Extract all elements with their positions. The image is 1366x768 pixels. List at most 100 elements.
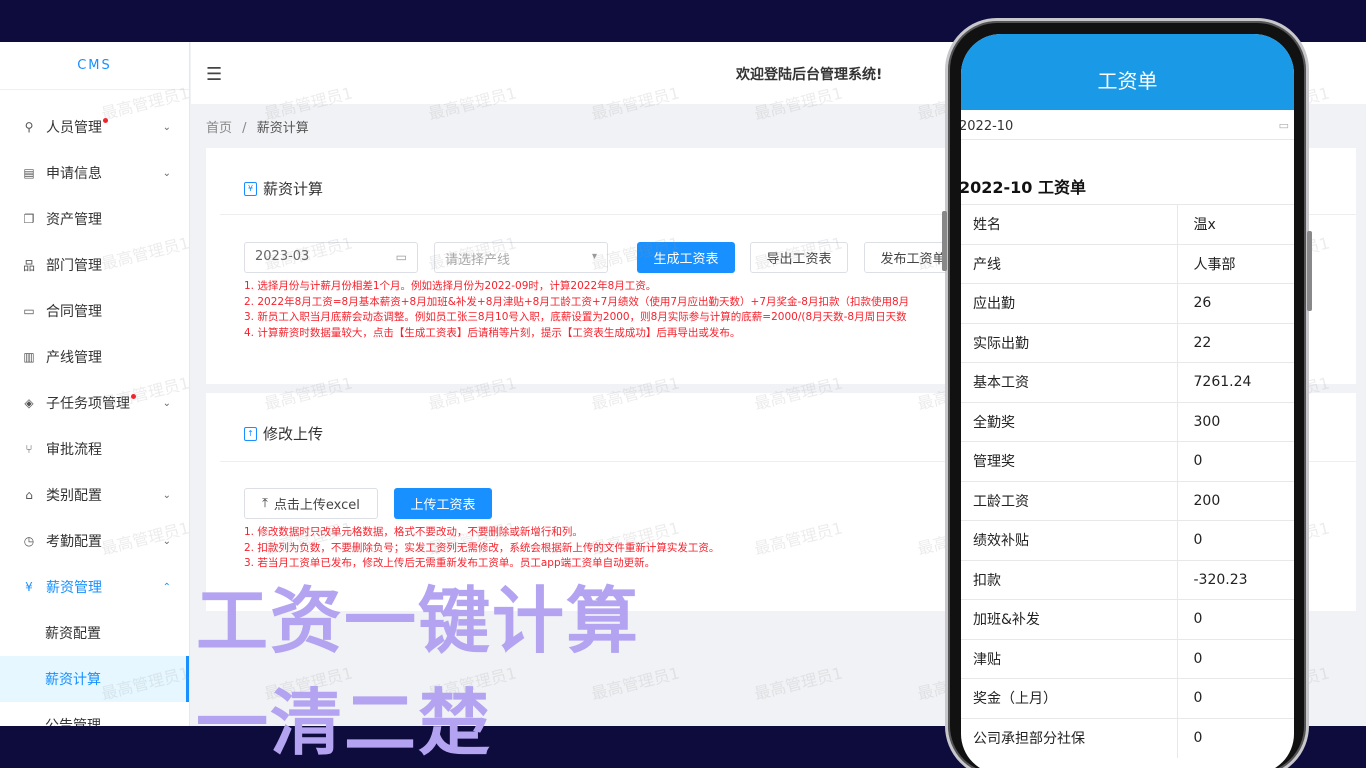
upload-doc-icon: ↑: [244, 426, 257, 441]
month-picker-value: 2023-03: [255, 249, 310, 264]
phone-side-button: [942, 211, 947, 271]
payslip-field-value: 0: [1177, 638, 1294, 679]
chevron-down-icon: ⌄: [162, 397, 171, 409]
payslip-field-value: 7261.24: [1177, 362, 1294, 402]
welcome-text: 欢迎登陆后台管理系统!: [736, 67, 883, 83]
sidebar-item[interactable]: ◈ 子任务项管理 ⌄: [0, 380, 189, 426]
payslip-field-label: 基本工资: [961, 362, 1178, 402]
menu-toggle-icon[interactable]: ☰: [206, 64, 222, 85]
breadcrumb-current: 薪资计算: [256, 121, 309, 136]
breadcrumb: 首页 / 薪资计算: [206, 117, 309, 136]
payslip-field-value: 0: [1177, 441, 1294, 481]
calc-note: 1. 选择月份与计薪月份相差1个月。例如选择月份为2022-09时，计算2022…: [244, 280, 657, 292]
payslip-field-value: 0: [1177, 520, 1294, 560]
chevron-up-icon: ⌃: [162, 581, 171, 593]
payslip-field-label: 实际出勤: [961, 322, 1178, 363]
sidebar-menu: ⚲ 人员管理 ⌄ ▤ 申请信息 ⌄ ❐ 资产管理品部门管理 ▭ 合同管理 ▥ 产线管理 ◈ 子任务项管理 ⌄…: [0, 90, 189, 726]
sidebar-subitem[interactable]: 薪资计算: [0, 656, 189, 702]
sidebar-item[interactable]: ⑂ 审批流程: [0, 426, 189, 472]
upload-salary-button[interactable]: 上传工资表: [394, 488, 492, 519]
payslip-field-value: 22: [1177, 322, 1294, 363]
sidebar-item-label: 资产管理: [46, 212, 102, 228]
branch-icon: ⑂: [25, 442, 33, 456]
sidebar-item[interactable]: ⚲ 人员管理 ⌄: [0, 104, 189, 150]
payslip-title: 2022-10 工资单: [961, 178, 1087, 197]
notification-dot: [103, 117, 108, 123]
payslip-field-label: 管理奖: [961, 441, 1178, 481]
payslip-field-value: 300: [1177, 401, 1294, 442]
payslip-row: 管理奖 0: [961, 441, 1294, 481]
phone-mockup: 工资单 2022-10 ▭ 2022-10 工资单 姓名 温x 产线 人事部 应出勤 26…: [942, 18, 1312, 768]
payslip-row: 奖金（上月） 0: [961, 678, 1294, 718]
upload-excel-button[interactable]: ⤒ 点击上传excel: [244, 488, 378, 519]
upload-excel-label: 点击上传excel: [273, 498, 360, 513]
sidebar-item-label: 产线管理: [46, 350, 102, 366]
sidebar-item-label: 考勤配置: [46, 534, 102, 550]
payslip-field-value: 0: [1177, 717, 1294, 758]
payslip-field-label: 全勤奖: [961, 401, 1178, 442]
product-line-select[interactable]: 请选择产线 ▾: [434, 242, 608, 273]
upload-title: ↑ 修改上传: [244, 423, 323, 444]
payslip-field-value: 温x: [1177, 204, 1294, 244]
calc-note: 2. 2022年8月工资=8月基本薪资+8月加班&补发+8月津贴+8月工龄工资+…: [244, 295, 910, 308]
payslip-field-label: 工龄工资: [961, 480, 1178, 521]
payslip-field-label: 姓名: [961, 204, 1178, 244]
chevron-down-icon: ⌄: [162, 489, 171, 501]
sidebar-item[interactable]: ¥ 薪资管理 ⌃: [0, 564, 189, 610]
calc-note: 4. 计算薪资时数据量较大，点击【生成工资表】后请稍等片刻，提示【工资表生成成功…: [244, 326, 741, 339]
sidebar-item[interactable]: ⌂ 类别配置 ⌄: [0, 472, 189, 518]
sidebar-item-label: 子任务项管理: [46, 396, 130, 412]
calc-note: 3. 新员工入职当月底薪会动态调整。例如员工张三8月10号入职，底薪设置为200…: [244, 311, 907, 323]
sidebar: CMS ⚲ 人员管理 ⌄ ▤ 申请信息 ⌄ ❐ 资产管理品部门管理 ▭ 合同管理 ▥ 产线管理 ◈ 子任务…: [0, 42, 190, 726]
payslip-field-label: 应出勤: [961, 283, 1178, 323]
clock-icon: ◷: [23, 534, 35, 548]
breadcrumb-home[interactable]: 首页: [206, 121, 232, 136]
tag-icon: ◈: [24, 396, 34, 410]
payslip-header: 工资单: [961, 34, 1294, 110]
sidebar-item-label: 人员管理: [46, 120, 102, 136]
sidebar-item-label: 审批流程: [46, 442, 102, 458]
generate-salary-button[interactable]: 生成工资表: [637, 242, 735, 273]
calc-notes: 1. 选择月份与计薪月份相差1个月。例如选择月份为2022-09时，计算2022…: [244, 279, 909, 341]
chevron-down-icon: ⌄: [162, 121, 171, 133]
sidebar-item[interactable]: ▭ 合同管理: [0, 288, 189, 334]
sidebar-item[interactable]: ◷ 考勤配置 ⌄: [0, 518, 189, 564]
payslip-field-label: 公司承担部分社保: [961, 717, 1178, 758]
payslip-field-label: 绩效补贴: [961, 520, 1178, 560]
payslip-field-label: 扣款: [961, 559, 1178, 600]
pillar-icon: ▥: [23, 350, 35, 364]
payslip-month-picker[interactable]: 2022-10 ▭: [961, 112, 1294, 140]
sidebar-subitem[interactable]: 薪资配置: [0, 610, 189, 656]
payslip-row: 全勤奖 300: [961, 401, 1294, 442]
payslip-field-value: 200: [1177, 480, 1294, 521]
folder-icon: ▭: [23, 304, 35, 318]
payslip-field-value: -320.23: [1177, 559, 1294, 600]
payslip-table: 姓名 温x 产线 人事部 应出勤 26 实际出勤 22 基本工资 7261.24 全勤奖 300 管理奖…: [961, 204, 1294, 758]
payslip-field-value: 人事部: [1177, 243, 1294, 284]
sidebar-item[interactable]: ▤ 申请信息 ⌄: [0, 150, 189, 196]
promo-subheadline: 一清二楚: [196, 681, 493, 765]
chevron-down-icon: ▾: [591, 251, 597, 262]
payslip-field-label: 产线: [961, 243, 1178, 284]
copy-icon: ❐: [23, 212, 35, 226]
salary-calc-title: ¥ 薪资计算: [244, 178, 323, 199]
chevron-down-icon: ⌄: [162, 535, 171, 547]
sidebar-item-label: 合同管理: [46, 304, 102, 320]
payslip-row: 工龄工资 200: [961, 480, 1294, 521]
sidebar-item[interactable]: ▥ 产线管理: [0, 334, 189, 380]
export-salary-button[interactable]: 导出工资表: [750, 242, 848, 273]
sidebar-item[interactable]: 品部门管理: [0, 242, 189, 288]
payslip-month-value: 2022-10: [961, 119, 1014, 134]
watermark-text: 最高管理员1: [752, 663, 845, 704]
product-line-placeholder: 请选择产线: [445, 253, 511, 268]
payslip-row: 津贴 0: [961, 638, 1294, 679]
document-icon: ▤: [23, 166, 35, 180]
month-picker[interactable]: 2023-03 ▭: [244, 242, 418, 273]
sidebar-item[interactable]: ❐ 资产管理: [0, 196, 189, 242]
chevron-down-icon: ⌄: [162, 167, 171, 179]
sidebar-item[interactable]: 公告管理: [0, 702, 189, 726]
payslip-row: 产线 人事部: [961, 243, 1294, 284]
promo-headline: 工资一键计算: [196, 579, 641, 663]
payslip-field-label: 奖金（上月）: [961, 678, 1178, 718]
payslip-row: 实际出勤 22: [961, 322, 1294, 363]
